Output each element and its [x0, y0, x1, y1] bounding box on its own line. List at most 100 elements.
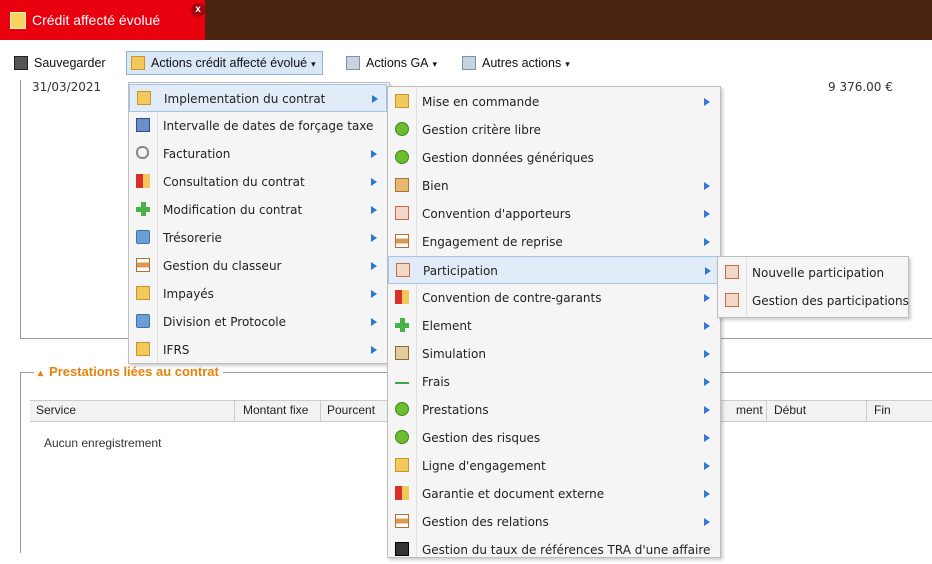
ifrs-icon: [136, 342, 150, 356]
menu1-item-impayes[interactable]: Impayés: [129, 280, 387, 308]
submenu-arrow-icon: [372, 95, 378, 103]
col-separator: [766, 401, 767, 421]
submenu-arrow-icon: [704, 406, 710, 414]
menu2-item-contre-garants[interactable]: Convention de contre-garants: [388, 284, 718, 312]
menu1-label: Division et Protocole: [163, 315, 286, 329]
menu2-item-mise-en-commande[interactable]: Mise en commande: [388, 88, 718, 116]
menu2-label: Element: [422, 319, 472, 333]
save-button[interactable]: Sauvegarder: [14, 53, 106, 73]
col-separator: [234, 401, 235, 421]
submenu-arrow-icon: [704, 322, 710, 330]
autres-actions-label: Autres actions: [482, 56, 562, 70]
submenu-arrow-icon: [704, 294, 710, 302]
menu2-item-frais[interactable]: Frais: [388, 368, 718, 396]
convention-icon: [396, 263, 410, 277]
tab-title: Crédit affecté évolué: [32, 12, 161, 28]
menu1-label: Implementation du contrat: [164, 92, 326, 106]
people-icon: [395, 94, 409, 108]
menu2-item-participation[interactable]: Participation: [388, 256, 718, 284]
menu2-item-convention-apporteurs[interactable]: Convention d'apporteurs: [388, 200, 718, 228]
chevron-down-icon: ▾: [565, 59, 570, 69]
menu2-item-prestations[interactable]: Prestations: [388, 396, 718, 424]
convention-icon: [395, 206, 409, 220]
menu2-label: Convention de contre-garants: [422, 291, 602, 305]
menu1-item-classeur[interactable]: Gestion du classeur: [129, 252, 387, 280]
submenu-arrow-icon: [705, 267, 711, 275]
report-icon: [395, 290, 409, 304]
menu1-label: Modification du contrat: [163, 203, 303, 217]
submenu-arrow-icon: [704, 210, 710, 218]
submenu-arrow-icon: [371, 234, 377, 242]
menu2-item-bien[interactable]: Bien: [388, 172, 718, 200]
menu2-label: Garantie et document externe: [422, 487, 605, 501]
submenu-arrow-icon: [704, 490, 710, 498]
menu2-item-donnees-generiques[interactable]: Gestion données génériques: [388, 144, 718, 172]
menu1-label: IFRS: [163, 343, 190, 357]
menu3-item-gestion-participations[interactable]: Gestion des participations: [718, 287, 909, 315]
ga-icon: [346, 56, 360, 70]
col-service[interactable]: Service: [36, 403, 76, 417]
col-pourcent[interactable]: Pourcent: [327, 403, 375, 417]
people-icon: [137, 91, 151, 105]
menu1-item-consultation[interactable]: Consultation du contrat: [129, 168, 387, 196]
binder-icon: [395, 514, 409, 528]
menu2-item-risques[interactable]: Gestion des risques: [388, 424, 718, 452]
submenu-arrow-icon: [371, 262, 377, 270]
submenu-arrow-icon: [371, 318, 377, 326]
participation-submenu: Nouvelle participation Gestion des parti…: [717, 256, 909, 318]
submenu-arrow-icon: [704, 182, 710, 190]
amount-value: 9 376.00 €: [828, 80, 893, 94]
asset-icon: [395, 178, 409, 192]
tab-credit-affecte[interactable]: Crédit affecté évolué x: [0, 0, 205, 40]
collapse-icon[interactable]: ▴: [38, 368, 43, 379]
menu2-label: Participation: [423, 264, 498, 278]
menu1-item-division[interactable]: Division et Protocole: [129, 308, 387, 336]
menu1-item-intervalle[interactable]: Intervalle de dates de forçage taxe: [129, 112, 387, 140]
col-fin[interactable]: Fin: [874, 403, 891, 417]
menu1-item-ifrs[interactable]: IFRS: [129, 336, 387, 364]
menu2-label: Bien: [422, 179, 449, 193]
menu2-item-element[interactable]: Element: [388, 312, 718, 340]
menu1-item-tresorerie[interactable]: Trésorerie: [129, 224, 387, 252]
col-debut[interactable]: Début: [774, 403, 806, 417]
actions-ga-button[interactable]: Actions GA ▾: [346, 53, 437, 73]
menu2-item-critere-libre[interactable]: Gestion critère libre: [388, 116, 718, 144]
calendar-icon: [136, 118, 150, 132]
menu2-label: Engagement de reprise: [422, 235, 563, 249]
unpaid-icon: [136, 286, 150, 300]
menu1-item-implementation[interactable]: Implementation du contrat: [129, 84, 387, 112]
menu2-item-ligne-engagement[interactable]: Ligne d'engagement: [388, 452, 718, 480]
save-label: Sauvegarder: [34, 56, 106, 70]
col-montant-fixe[interactable]: Montant fixe: [243, 403, 308, 417]
prestations-legend[interactable]: ▴ Prestations liées au contrat: [34, 364, 223, 379]
close-icon[interactable]: x: [191, 3, 205, 17]
menu2-item-engagement-reprise[interactable]: Engagement de reprise: [388, 228, 718, 256]
rate-icon: [395, 542, 409, 556]
implementation-submenu: Mise en commande Gestion critère libre G…: [387, 86, 721, 558]
submenu-arrow-icon: [371, 206, 377, 214]
other-actions-icon: [462, 56, 476, 70]
people-icon: [395, 458, 409, 472]
menu1-label: Intervalle de dates de forçage taxe: [163, 119, 374, 133]
submenu-arrow-icon: [704, 350, 710, 358]
report-icon: [395, 486, 409, 500]
plus-icon: [395, 318, 409, 332]
menu1-item-facturation[interactable]: Facturation: [129, 140, 387, 168]
submenu-arrow-icon: [704, 98, 710, 106]
binder-icon: [395, 234, 409, 248]
col-ment[interactable]: ment: [736, 403, 763, 417]
chevron-down-icon: ▾: [432, 59, 438, 69]
add-circle-icon: [395, 122, 409, 136]
menu2-item-garantie[interactable]: Garantie et document externe: [388, 480, 718, 508]
menu2-item-taux-tra[interactable]: Gestion du taux de références TRA d'une …: [388, 536, 718, 564]
menu1-label: Impayés: [163, 287, 214, 301]
menu3-item-nouvelle-participation[interactable]: Nouvelle participation: [718, 259, 906, 287]
menu2-item-simulation[interactable]: Simulation: [388, 340, 718, 368]
menu2-item-relations[interactable]: Gestion des relations: [388, 508, 718, 536]
col-separator: [320, 401, 321, 421]
menu3-label: Gestion des participations: [752, 294, 909, 308]
chevron-down-icon: ▾: [311, 59, 316, 69]
actions-credit-button[interactable]: Actions crédit affecté évolué ▾: [126, 51, 323, 75]
autres-actions-button[interactable]: Autres actions ▾: [462, 53, 570, 73]
menu1-item-modification[interactable]: Modification du contrat: [129, 196, 387, 224]
